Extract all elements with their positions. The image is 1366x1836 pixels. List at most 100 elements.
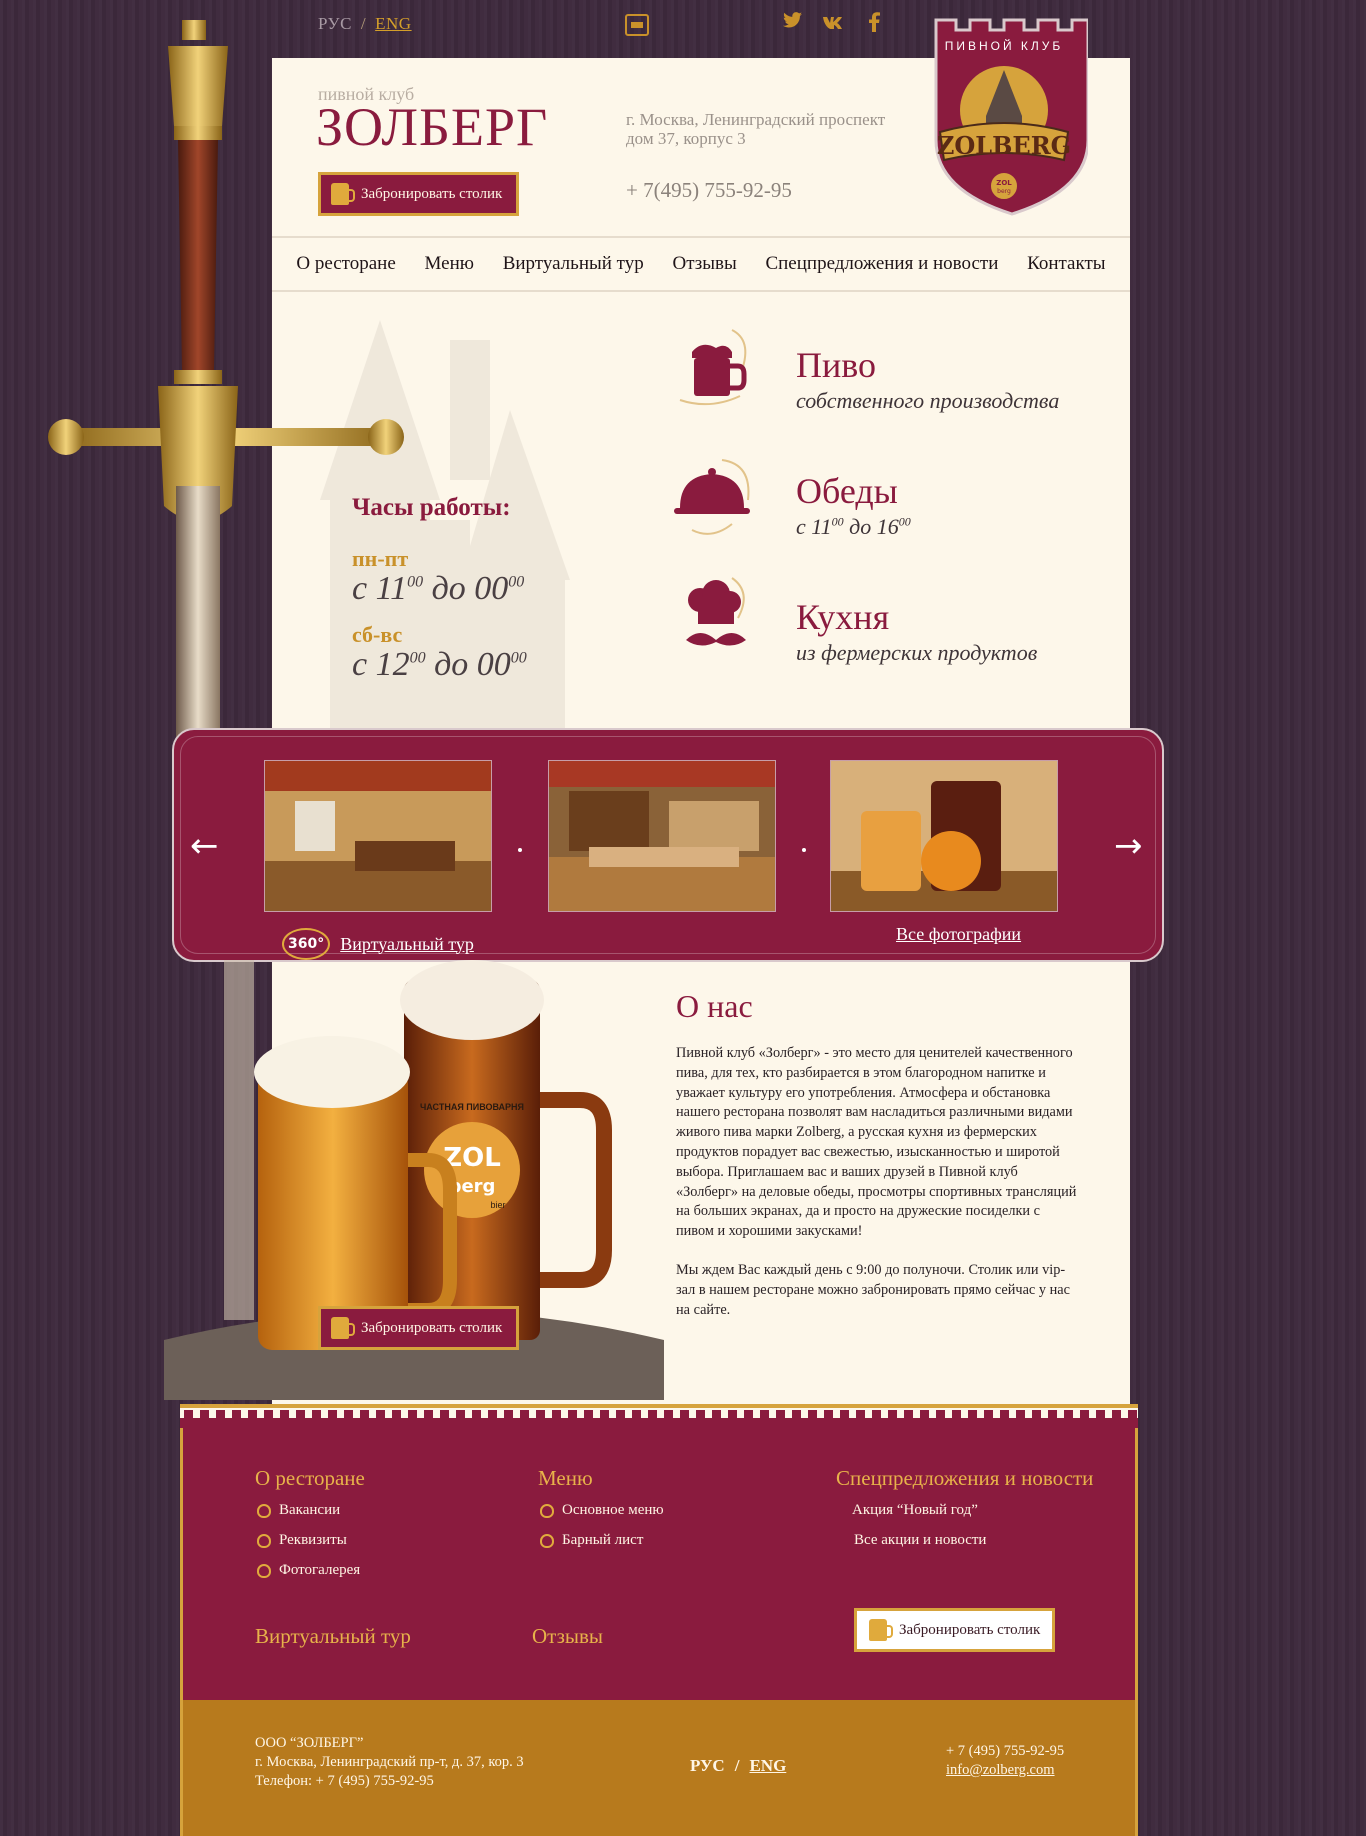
virtual-tour-label: Виртуальный тур xyxy=(340,933,474,954)
gallery-prev-arrow-icon[interactable]: ← xyxy=(190,826,219,866)
footer-link-new-year-promo[interactable]: Акция “Новый год” xyxy=(852,1502,978,1519)
club-title: ЗОЛБЕРГ xyxy=(316,97,549,157)
address: г. Москва, Ленинградский проспект дом 37… xyxy=(626,110,885,148)
header-phone[interactable]: + 7(495) 755-92-95 xyxy=(626,178,792,203)
footer-link-vacancies[interactable]: Вакансии xyxy=(257,1502,340,1519)
footer-phone[interactable]: + 7 (495) 755-92-95 xyxy=(946,1742,1064,1761)
footer-col3-title[interactable]: Спецпредложения и новости xyxy=(836,1466,1093,1491)
gallery-photo-interior[interactable] xyxy=(548,760,776,912)
footer-book-table-button[interactable]: Забронировать столик xyxy=(854,1608,1056,1652)
feature-lunch-to: до 16 xyxy=(843,514,899,539)
beer-mug-icon xyxy=(679,329,747,406)
footer-link-bar-list[interactable]: Барный лист xyxy=(540,1532,643,1549)
hop-icon xyxy=(257,1533,271,1548)
footer-lang-en-link[interactable]: ENG xyxy=(749,1756,786,1775)
nav-item-specials-news[interactable]: Спецпредложения и новости xyxy=(765,253,998,275)
footer-link-label: Барный лист xyxy=(562,1532,644,1548)
beer-mug-icon xyxy=(331,183,355,205)
footer-link-photogallery[interactable]: Фотогалерея xyxy=(257,1562,360,1579)
nav-item-menu[interactable]: Меню xyxy=(425,253,474,275)
footer-links-section xyxy=(180,1404,1138,1700)
feature-lunch-to-min: 00 xyxy=(898,514,911,529)
hours-weekend-to: до 00 xyxy=(425,646,511,683)
footer-link-label: Фотогалерея xyxy=(279,1562,361,1578)
company-info: ООО “ЗОЛБЕРГ” г. Москва, Ленинградский п… xyxy=(255,1734,524,1791)
footer-virtual-tour-link[interactable]: Виртуальный тур xyxy=(255,1624,411,1649)
gallery-photo-hall[interactable] xyxy=(264,760,492,912)
facebook-icon[interactable] xyxy=(868,12,880,37)
gallery-next-arrow-icon[interactable]: → xyxy=(1114,826,1143,866)
nav-item-about[interactable]: О ресторане xyxy=(296,253,395,275)
feature-lunch-from-min: 00 xyxy=(831,514,844,529)
hours-title: Часы работы: xyxy=(352,494,511,521)
zolberg-logo[interactable]: ПИВНОЙ КЛУБ ZOLBERG ZOL berg xyxy=(920,16,1088,216)
hours-weekend-from: с 12 xyxy=(352,646,410,683)
footer-link-main-menu[interactable]: Основное меню xyxy=(540,1502,664,1519)
company-name: ООО “ЗОЛБЕРГ” xyxy=(255,1735,364,1751)
footer-lang-ru-link[interactable]: РУС xyxy=(690,1756,725,1775)
about-title: О нас xyxy=(676,988,753,1024)
hop-icon xyxy=(257,1563,271,1578)
footer-col1-title[interactable]: О ресторане xyxy=(255,1466,365,1491)
hours-weekend-time: с 1200 до 0000 xyxy=(352,646,527,684)
footer-language-switcher: РУС / ENG xyxy=(690,1756,786,1776)
cloche-icon xyxy=(674,459,750,535)
about-text: Пивной клуб «Золберг» - это место для це… xyxy=(676,1044,1080,1320)
chef-icon xyxy=(686,577,746,646)
hours-weekend-from-min: 00 xyxy=(409,649,426,667)
beer-label-top-text: ЧАСТНАЯ ПИВОВАРНЯ xyxy=(420,1102,524,1112)
company-address: г. Москва, Ленинградский пр-т, д. 37, ко… xyxy=(255,1754,524,1770)
feature-kitchen-subtitle: из фермерских продуктов xyxy=(796,640,1038,665)
feature-lunch-from: с 11 xyxy=(796,514,832,539)
footer-link-label: Вакансии xyxy=(279,1502,341,1518)
feature-lunch-subtitle: с 1100 до 1600 xyxy=(796,514,911,540)
feature-kitchen-title: Кухня xyxy=(796,597,890,637)
gallery-photo-beer[interactable] xyxy=(830,760,1058,912)
footer-col2-title[interactable]: Меню xyxy=(538,1466,593,1491)
virtual-tour-link[interactable]: 360° Виртуальный тур xyxy=(282,928,474,960)
logo-arc-text: ПИВНОЙ КЛУБ xyxy=(945,38,1064,53)
about-book-table-label: Забронировать столик xyxy=(361,1319,503,1336)
about-paragraph-1: Пивной клуб «Золберг» - это место для це… xyxy=(676,1045,1077,1240)
footer-lang-separator: / xyxy=(734,1756,740,1775)
feature-beer-title: Пиво xyxy=(796,345,877,385)
hop-icon xyxy=(540,1503,554,1518)
footer-link-label: Основное меню xyxy=(562,1502,664,1518)
company-phone: Телефон: + 7 (495) 755-92-95 xyxy=(255,1773,434,1789)
footer-reviews-link[interactable]: Отзывы xyxy=(532,1624,603,1649)
about-paragraph-2: Мы ждем Вас каждый день с 9:00 до полуно… xyxy=(676,1261,1070,1318)
vk-icon[interactable] xyxy=(822,14,844,35)
footer-link-requisites[interactable]: Реквизиты xyxy=(257,1532,347,1549)
about-book-table-button[interactable]: Забронировать столик xyxy=(318,1306,520,1350)
hours-weekdays-to: до 00 xyxy=(423,570,509,607)
beer-mug-icon xyxy=(331,1317,355,1339)
hours-weekdays-to-min: 00 xyxy=(508,573,525,591)
hours-weekdays-from: с 11 xyxy=(352,570,408,607)
nav-item-contacts[interactable]: Контакты xyxy=(1027,253,1105,275)
logo-badge-line-1: ZOL xyxy=(996,179,1012,187)
main-nav: О ресторане Меню Виртуальный тур Отзывы … xyxy=(272,236,1130,292)
hours-weekend-to-min: 00 xyxy=(510,649,527,667)
gallery-dot xyxy=(518,848,522,852)
footer-email-link[interactable]: info@zolberg.com xyxy=(946,1761,1064,1780)
gallery-dot xyxy=(802,848,806,852)
hours-weekend-label: сб-вс xyxy=(352,622,403,647)
hours-weekdays-label: пн-пт xyxy=(352,546,409,571)
hours-weekdays-from-min: 00 xyxy=(407,573,424,591)
emblem-icon[interactable] xyxy=(625,14,649,36)
feature-lunch-title: Обеды xyxy=(796,471,898,511)
twitter-icon[interactable] xyxy=(783,12,803,35)
all-photos-link[interactable]: Все фотографии xyxy=(896,924,1021,945)
footer-link-all-promos[interactable]: Все акции и новости xyxy=(854,1532,986,1549)
hop-icon xyxy=(540,1533,554,1548)
nav-item-reviews[interactable]: Отзывы xyxy=(672,253,736,275)
footer-crenellation-border xyxy=(180,1404,1138,1428)
book-table-label: Забронировать столик xyxy=(361,185,503,202)
nav-item-virtual-tour[interactable]: Виртуальный тур xyxy=(503,253,644,275)
beer-mug-icon xyxy=(869,1619,893,1641)
logo-badge-line-2: berg xyxy=(997,188,1011,195)
hop-icon xyxy=(257,1503,271,1518)
hours-weekdays-time: с 1100 до 0000 xyxy=(352,570,524,608)
footer-contacts: + 7 (495) 755-92-95 info@zolberg.com xyxy=(946,1742,1064,1780)
book-table-button[interactable]: Забронировать столик xyxy=(318,172,520,216)
